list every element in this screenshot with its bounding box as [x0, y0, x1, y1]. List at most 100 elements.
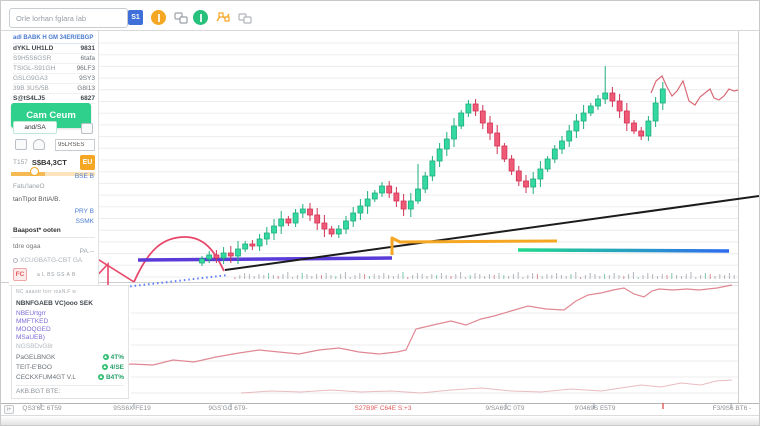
candlestick [293, 213, 298, 223]
radio-row[interactable]: XCUGBATG-CBT GA [13, 257, 82, 264]
watchlist-row-value: 6tafa [81, 55, 95, 62]
indicator-link[interactable]: NBEUrtgrr [16, 310, 51, 318]
candlestick [243, 244, 248, 249]
flow-grey2-icon[interactable] [237, 10, 252, 25]
radio-icon[interactable] [13, 258, 18, 263]
indicator-link[interactable]: MSaUEB) [16, 334, 51, 342]
watchlist-row[interactable]: S9H5S6GSR 6tafa [13, 54, 95, 64]
watchlist-row-value: 6827 [81, 95, 95, 102]
axis-label: 9SS6X FE19 [113, 405, 151, 412]
indicator-link[interactable]: MOOQGED [16, 326, 51, 334]
candlestick [329, 229, 334, 234]
cup-icon[interactable] [33, 139, 45, 150]
up-arrow-icon: ▲ [102, 364, 108, 370]
window-icon[interactable] [81, 123, 93, 134]
watchlist-panel: adl BABK H GM 34ER/EBGP dYKL UH1LD 9831S… [9, 31, 99, 286]
route-orange-icon[interactable] [215, 10, 230, 25]
candlestick [552, 149, 557, 159]
candlestick [509, 159, 514, 171]
fc-badge[interactable]: FC [13, 268, 27, 281]
watchlist-row-value: 9SY3 [79, 75, 95, 82]
candlestick [581, 113, 586, 121]
candlestick [372, 193, 377, 199]
watchlist-row[interactable]: TSIGL-S91GH 96LF3 [13, 64, 95, 74]
tab-pin-icon[interactable] [30, 167, 39, 176]
link-ssmk[interactable]: SSMK [76, 218, 94, 225]
indicator-link[interactable]: MMFTKED [16, 318, 51, 326]
candlestick [264, 233, 269, 239]
coin-orange-icon[interactable] [151, 10, 166, 25]
price-value: S$B4,3CT [32, 158, 67, 167]
axis-label: QS3'6C 6T59 [22, 405, 61, 412]
candlestick [365, 199, 370, 206]
candlestick [617, 101, 622, 111]
candlestick [315, 215, 320, 223]
link-pry[interactable]: PRY B [75, 208, 94, 215]
candlestick [444, 139, 449, 149]
candlestick [286, 219, 291, 223]
candlestick [502, 146, 507, 159]
watchlist-row-label: S@tS4LJ5 [13, 95, 45, 102]
order-quantity-input[interactable] [55, 139, 95, 151]
candlestick [452, 126, 457, 139]
teal-blue-line [518, 250, 729, 251]
link-bse[interactable]: BSE B [75, 173, 94, 180]
stat-badge: ▲4T% [103, 354, 124, 361]
axis-label: F3/9S6 BT6 - [713, 405, 752, 412]
indicator-stat-row: PaGELBNGK ▲4T% [16, 352, 124, 362]
tool-icon[interactable] [15, 139, 27, 150]
candlestick [473, 104, 478, 111]
candlestick [480, 111, 485, 123]
candlestick [588, 106, 593, 113]
indicator-muted: NGSBDvG8r [16, 343, 53, 350]
bottom-strip [1, 416, 760, 426]
candlestick [408, 201, 413, 209]
candlestick [394, 193, 399, 201]
candlestick [207, 255, 212, 259]
eu-button[interactable]: EU [80, 155, 95, 170]
candlestick [639, 131, 644, 136]
candlestick [257, 239, 262, 246]
watchlist-row-label: S9H5S6GSR [13, 55, 51, 62]
indicator-header: NC aaaotr torr roaN.F w [16, 289, 76, 295]
candlestick [200, 259, 205, 263]
watchlist-row[interactable]: dYKL UH1LD 9831 [13, 44, 95, 54]
search-input[interactable] [9, 8, 128, 28]
watchlist-header[interactable]: adl BABK H GM 34ER/EBGP [13, 35, 95, 44]
indicator-panel: NC aaaotr torr roaN.F w NBNFGAEB VC)ooo … [11, 285, 129, 399]
candlestick [653, 103, 658, 121]
candlestick [596, 99, 601, 106]
watchlist-row-label: 39B 3US/5B [13, 85, 49, 92]
candlestick [437, 149, 442, 161]
candlestick [466, 104, 471, 113]
candlestick [516, 171, 521, 181]
axis-home-icon[interactable]: i+ [4, 405, 14, 414]
flow-grey-icon[interactable] [173, 10, 188, 25]
watchlist-row[interactable]: GSLG9GA3 9SY3 [13, 74, 95, 84]
indicator-links: NBEUrtgrrMMFTKEDMOOQGEDMSaUEB) [16, 310, 51, 342]
watchlist-row-label: TSIGL-S91GH [13, 65, 55, 72]
axis-label: S27B9F C64E S:+3 [355, 405, 412, 412]
watchlist-rows: dYKL UH1LD 9831S9H5S6GSR 6tafaTSIGL-S91G… [13, 44, 95, 104]
candlestick [624, 111, 629, 123]
candlestick [574, 121, 579, 131]
watchlist-row[interactable]: 39B 3US/5B G8I13 [13, 84, 95, 94]
indicator-stats: PaGELBNGK ▲4T%TEIT-E'BOO ▲4/SECECKXFUM4G… [16, 352, 124, 382]
candlestick [221, 253, 226, 258]
watchlist-row-value: 96LF3 [77, 65, 95, 72]
candlestick [524, 181, 529, 187]
s1-badge-icon[interactable]: S1 [128, 10, 143, 25]
active-tab-indicator [11, 172, 45, 176]
candlestick [430, 161, 435, 176]
stat-label: PaGELBNGK [16, 354, 103, 361]
indicator-footer: AKB.BGT BTE: [16, 385, 124, 395]
candlestick [538, 169, 543, 179]
up-arrow-icon: ▲ [103, 354, 109, 360]
candlestick [567, 131, 572, 141]
candlestick [560, 141, 565, 149]
candlestick [646, 121, 651, 136]
buy-sub-button[interactable]: and/SA [13, 121, 57, 134]
coin-green-icon[interactable] [193, 10, 208, 25]
coin-slot [158, 14, 160, 22]
up-arrow-icon: ▲ [98, 374, 104, 380]
